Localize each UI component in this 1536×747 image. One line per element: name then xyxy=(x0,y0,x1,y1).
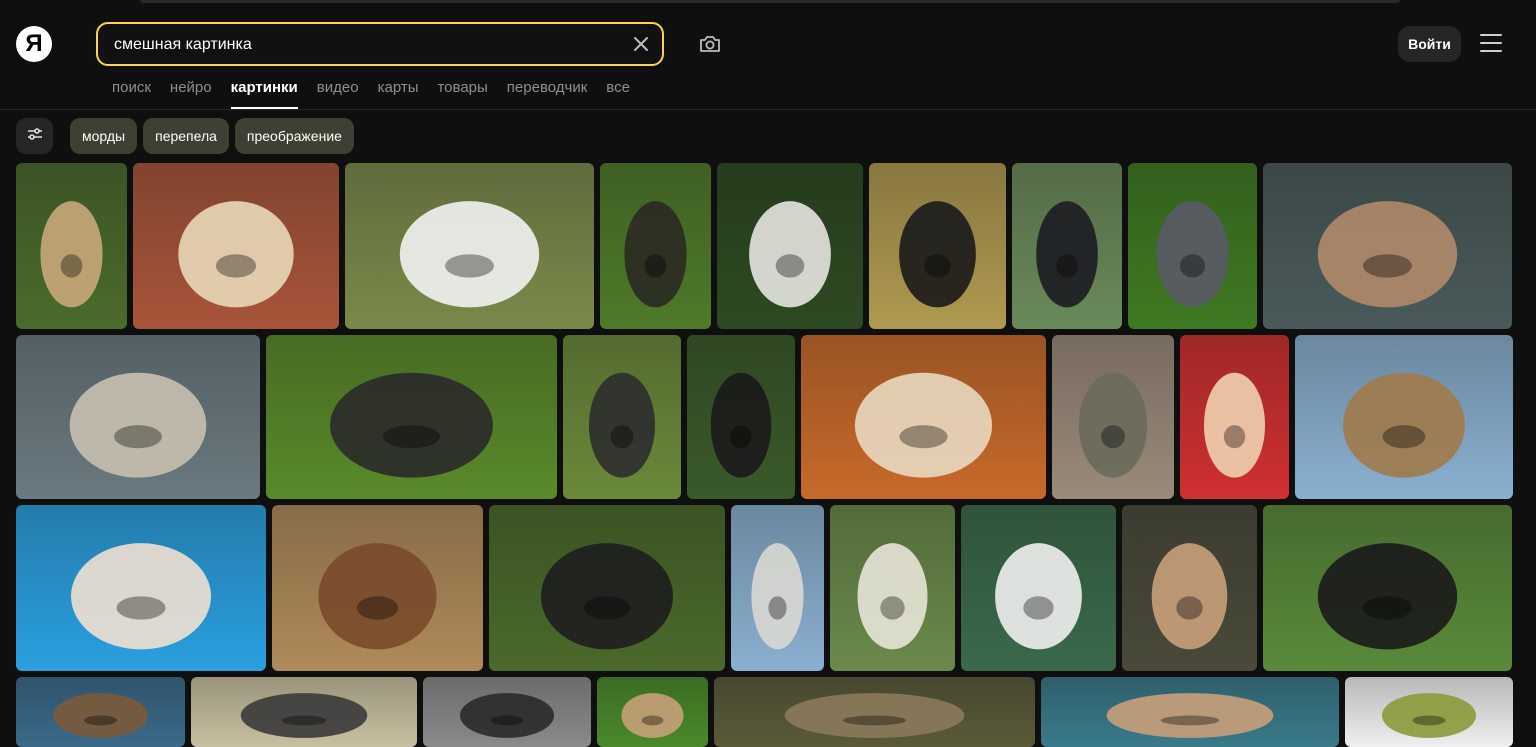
header: Я Войти поиск нейро картинки видео карты… xyxy=(0,0,1536,110)
image-result-ostrich[interactable] xyxy=(717,163,863,329)
image-result-monkey-closeup[interactable] xyxy=(1041,677,1339,747)
yandex-logo[interactable]: Я xyxy=(16,26,52,62)
image-result-gorilla[interactable] xyxy=(687,335,795,499)
image-result-spider-monkey[interactable] xyxy=(600,163,711,329)
image-result-vervet-monkey[interactable] xyxy=(1052,335,1174,499)
image-thumbnail xyxy=(830,505,955,671)
image-result-monkeys-group[interactable] xyxy=(1122,505,1257,671)
image-result-baby-sunglasses[interactable] xyxy=(16,505,266,671)
tab-all[interactable]: все xyxy=(606,79,630,110)
image-result-monkey-glasses[interactable] xyxy=(191,677,417,747)
image-result-baby[interactable] xyxy=(1180,335,1289,499)
image-result-lemur[interactable] xyxy=(801,335,1046,499)
image-thumbnail xyxy=(961,505,1116,671)
search-box[interactable] xyxy=(96,22,664,66)
chip-preobrazhenie[interactable]: преображение xyxy=(234,118,354,154)
image-result-alpacas[interactable] xyxy=(133,163,339,329)
image-result-zebra[interactable] xyxy=(869,163,1006,329)
image-result-monkey[interactable] xyxy=(16,163,127,329)
image-thumbnail xyxy=(1052,335,1174,499)
image-result-chimpanzee[interactable] xyxy=(489,505,725,671)
filters-icon xyxy=(27,127,43,146)
image-thumbnail xyxy=(423,677,591,747)
image-thumbnail xyxy=(563,335,681,499)
image-thumbnail xyxy=(16,677,185,747)
image-thumbnail xyxy=(266,335,557,499)
image-thumbnail xyxy=(714,677,1035,747)
tab-products[interactable]: товары xyxy=(437,79,487,110)
image-result-baby-monkey[interactable] xyxy=(1345,677,1513,747)
image-thumbnail xyxy=(1041,677,1339,747)
image-result-giraffe[interactable] xyxy=(272,505,483,671)
close-icon[interactable] xyxy=(630,33,652,55)
image-grid xyxy=(0,0,1536,747)
image-result-donkey[interactable] xyxy=(1128,163,1257,329)
image-thumbnail xyxy=(731,505,824,671)
image-thumbnail xyxy=(1345,677,1513,747)
image-thumbnail xyxy=(16,163,127,329)
image-result-llama[interactable] xyxy=(830,505,955,671)
search-tabs: поиск нейро картинки видео карты товары … xyxy=(112,79,649,110)
tab-neuro[interactable]: нейро xyxy=(170,79,212,110)
image-result-lemur-face[interactable] xyxy=(423,677,591,747)
image-result-horse-selfie[interactable] xyxy=(16,677,185,747)
image-result-child[interactable] xyxy=(1263,163,1512,329)
refinement-chips: морды перепела преображение xyxy=(16,118,360,154)
image-thumbnail xyxy=(717,163,863,329)
filters-button[interactable] xyxy=(16,118,53,154)
image-thumbnail xyxy=(1180,335,1289,499)
image-thumbnail xyxy=(597,677,708,747)
image-result-small-monkey[interactable] xyxy=(597,677,708,747)
image-thumbnail xyxy=(1295,335,1513,499)
image-thumbnail xyxy=(1263,505,1512,671)
image-thumbnail xyxy=(869,163,1006,329)
image-thumbnail xyxy=(489,505,725,671)
image-thumbnail xyxy=(687,335,795,499)
image-thumbnail xyxy=(1012,163,1122,329)
chip-mordy[interactable]: морды xyxy=(70,118,138,154)
search-input[interactable] xyxy=(112,24,616,66)
image-thumbnail xyxy=(191,677,417,747)
image-thumbnail xyxy=(16,335,260,499)
image-thumbnail xyxy=(272,505,483,671)
tab-translator[interactable]: переводчик xyxy=(507,79,587,110)
hamburger-menu-icon[interactable] xyxy=(1480,34,1502,54)
image-thumbnail xyxy=(16,505,266,671)
image-result-rabbit[interactable] xyxy=(345,163,594,329)
image-thumbnail xyxy=(600,163,711,329)
image-result-giraffe-tree[interactable] xyxy=(1295,335,1513,499)
image-thumbnail xyxy=(1263,163,1512,329)
tab-maps[interactable]: карты xyxy=(378,79,419,110)
tab-search[interactable]: поиск xyxy=(112,79,151,110)
image-result-meerkats[interactable] xyxy=(714,677,1035,747)
login-button[interactable]: Войти xyxy=(1398,26,1461,62)
image-result-zebra-face[interactable] xyxy=(731,505,824,671)
tab-video[interactable]: видео xyxy=(317,79,359,110)
image-result-sun-bear[interactable] xyxy=(1263,505,1512,671)
chip-perepela[interactable]: перепела xyxy=(143,118,229,154)
camera-icon[interactable] xyxy=(698,32,722,56)
image-thumbnail xyxy=(133,163,339,329)
image-thumbnail xyxy=(345,163,594,329)
image-result-macaque-selfie[interactable] xyxy=(266,335,557,499)
image-thumbnail xyxy=(801,335,1046,499)
tab-images[interactable]: картинки xyxy=(230,79,298,110)
image-result-horse[interactable] xyxy=(1012,163,1122,329)
image-thumbnail xyxy=(1128,163,1257,329)
image-result-seals[interactable] xyxy=(16,335,260,499)
image-thumbnail xyxy=(1122,505,1257,671)
image-result-macaque[interactable] xyxy=(563,335,681,499)
image-result-bulldog-swing[interactable] xyxy=(961,505,1116,671)
